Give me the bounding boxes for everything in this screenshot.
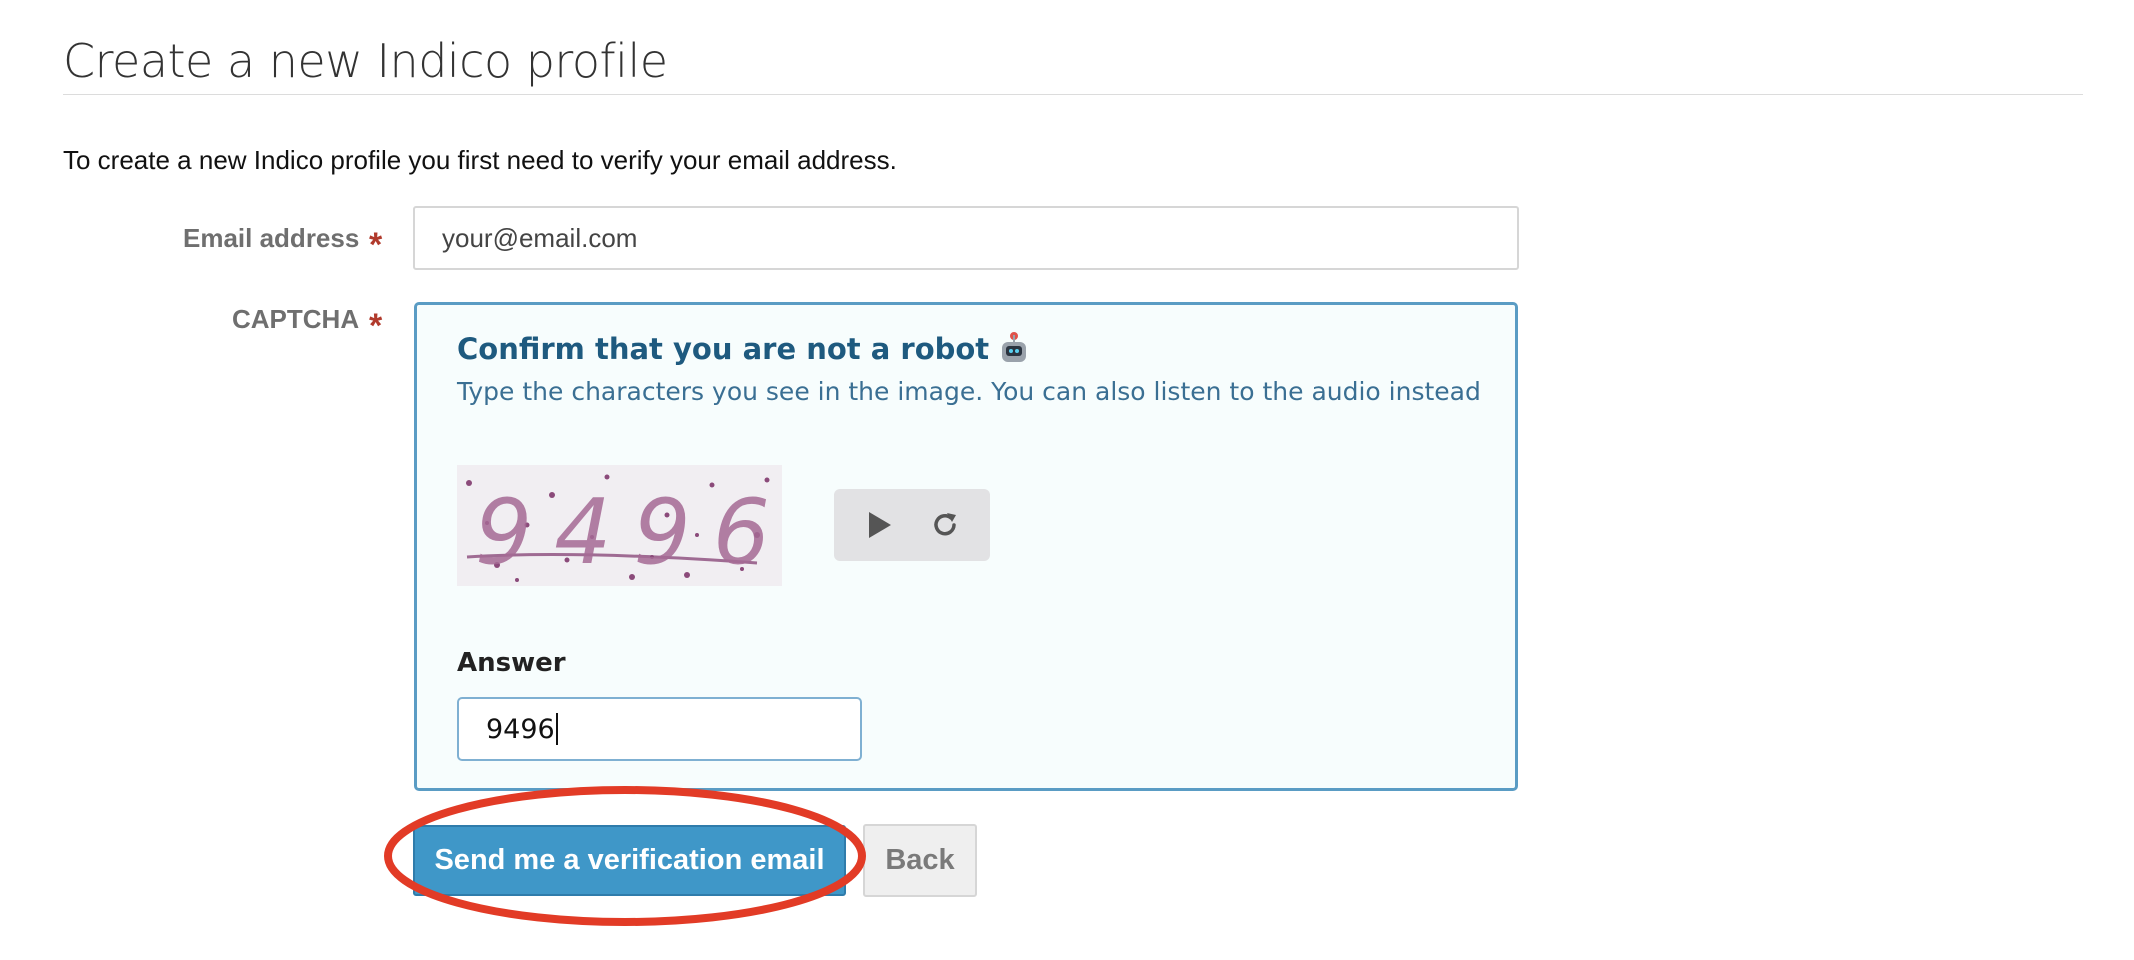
captcha-image: 9496 xyxy=(457,465,782,586)
back-button[interactable]: Back xyxy=(863,824,977,897)
captcha-heading: Confirm that you are not a robot xyxy=(457,332,1029,366)
page-title: Create a new Indico profile xyxy=(63,34,668,88)
captcha-label: CAPTCHA xyxy=(232,304,360,334)
answer-label: Answer xyxy=(457,648,566,678)
email-field[interactable]: your@email.com xyxy=(413,206,1519,270)
robot-icon xyxy=(999,332,1029,364)
reload-icon[interactable] xyxy=(929,509,961,541)
intro-text: To create a new Indico profile you first… xyxy=(63,145,897,175)
captcha-panel: Confirm that you are not a robot Type th… xyxy=(414,302,1518,791)
captcha-instructions: Type the characters you see in the image… xyxy=(457,377,1481,406)
play-icon[interactable] xyxy=(863,509,895,541)
captcha-answer-value: 9496 xyxy=(486,713,555,745)
send-verification-button[interactable]: Send me a verification email xyxy=(413,825,846,896)
email-required-mark: * xyxy=(369,226,383,264)
captcha-heading-text: Confirm that you are not a robot xyxy=(457,332,990,366)
email-label: Email address xyxy=(183,223,360,253)
captcha-image-text: 9496 xyxy=(475,480,782,585)
email-field-value: your@email.com xyxy=(442,222,638,253)
title-divider xyxy=(63,94,2083,95)
captcha-answer-input[interactable]: 9496 xyxy=(457,697,862,761)
audio-controls xyxy=(834,489,990,561)
captcha-required-mark: * xyxy=(369,307,383,345)
text-caret xyxy=(555,713,558,745)
